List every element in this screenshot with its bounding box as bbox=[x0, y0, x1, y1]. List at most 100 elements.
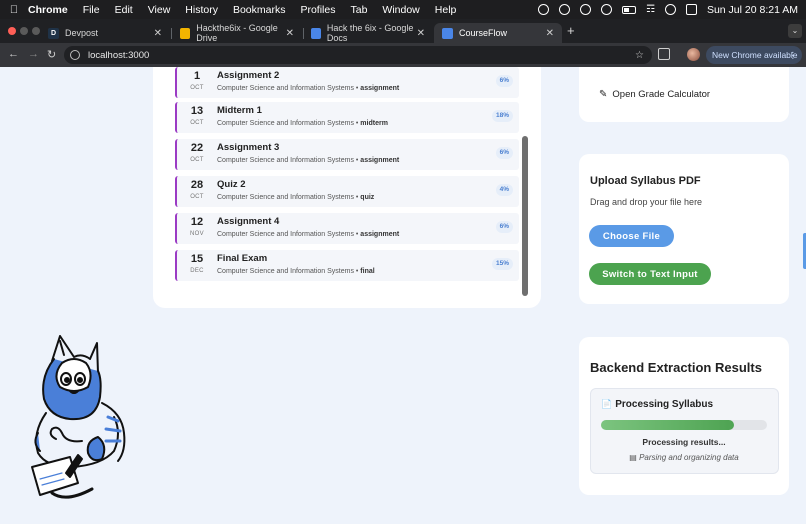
deadline-course: Computer Science and Information Systems… bbox=[217, 194, 375, 201]
kebab-menu-icon[interactable]: ⋮ bbox=[789, 50, 798, 61]
menu-window[interactable]: Window bbox=[382, 4, 419, 16]
copilot-status-icon[interactable] bbox=[558, 4, 570, 15]
back-arrow-icon[interactable]: ← bbox=[8, 48, 19, 60]
choose-file-button[interactable]: Choose File bbox=[589, 225, 674, 247]
close-tab-icon[interactable]: ✕ bbox=[417, 28, 425, 39]
deadline-course: Computer Science and Information Systems… bbox=[217, 231, 400, 238]
google-drive-icon bbox=[180, 27, 191, 39]
settings-status-icon[interactable] bbox=[579, 4, 591, 15]
search-status-icon[interactable] bbox=[664, 4, 676, 15]
tab-title: Hack the 6ix - Google Docs bbox=[326, 23, 414, 43]
close-tab-icon[interactable]: ✕ bbox=[286, 28, 294, 39]
tab-courseflow[interactable]: CourseFlow ✕ bbox=[434, 23, 562, 43]
battery-icon[interactable] bbox=[621, 5, 636, 14]
control-center-icon[interactable] bbox=[685, 4, 697, 15]
wifi-icon[interactable]: ☶ bbox=[646, 4, 655, 15]
extensions-puzzle-icon[interactable] bbox=[658, 48, 670, 60]
new-chrome-available-button[interactable]: New Chrome available ⋮ bbox=[706, 46, 802, 64]
menu-view[interactable]: View bbox=[148, 4, 171, 16]
processing-title: 📄 Processing Syllabus bbox=[601, 399, 713, 410]
weight-badge: 6% bbox=[495, 147, 513, 159]
deadline-month: OCT bbox=[190, 120, 204, 126]
site-info-icon[interactable] bbox=[70, 50, 80, 60]
tab-title: Devpost bbox=[65, 28, 99, 38]
switch-to-text-input-button[interactable]: Switch to Text Input bbox=[589, 263, 711, 285]
tab-search-chevron-icon[interactable]: ⌄ bbox=[788, 24, 802, 38]
deadline-title: Midterm 1 bbox=[217, 105, 262, 116]
chatgpt-status-icon[interactable] bbox=[537, 4, 549, 15]
deadline-course: Computer Science and Information Systems… bbox=[217, 85, 400, 92]
document-icon: 📄 bbox=[601, 399, 613, 409]
weight-badge: 6% bbox=[495, 221, 513, 233]
cat-mascot-drawing bbox=[31, 335, 126, 499]
deadline-course: Computer Science and Information Systems… bbox=[217, 157, 400, 164]
deadline-title: Assignment 4 bbox=[217, 216, 280, 227]
pencil-icon: ✎ bbox=[599, 89, 608, 100]
profile-avatar[interactable] bbox=[687, 48, 700, 61]
bookmark-star-icon[interactable]: ☆ bbox=[635, 50, 644, 61]
browser-toolbar: ← → ↻ localhost:3000 ☆ New Chrome availa… bbox=[0, 43, 806, 67]
tab-title: CourseFlow bbox=[459, 28, 508, 38]
menu-history[interactable]: History bbox=[185, 4, 218, 16]
address-bar[interactable]: localhost:3000 ☆ bbox=[64, 46, 652, 64]
cat-mascot-illustration bbox=[31, 335, 126, 499]
close-tab-icon[interactable]: ✕ bbox=[154, 28, 162, 39]
tab-devpost[interactable]: D Devpost ✕ bbox=[40, 23, 170, 43]
apple-menu-icon[interactable]:  bbox=[0, 4, 28, 16]
deadline-item[interactable]: 1 OCT Assignment 2 Computer Science and … bbox=[175, 67, 519, 98]
close-tab-icon[interactable]: ✕ bbox=[546, 28, 554, 39]
deadline-item[interactable]: 22 OCT Assignment 3 Computer Science and… bbox=[175, 139, 519, 170]
tab-google-docs[interactable]: Hack the 6ix - Google Docs ✕ bbox=[303, 23, 433, 43]
grade-calculator-label: Open Grade Calculator bbox=[612, 89, 711, 100]
forward-arrow-icon[interactable]: → bbox=[28, 48, 39, 60]
progress-fill bbox=[601, 420, 734, 430]
weight-badge: 15% bbox=[491, 258, 513, 270]
record-status-icon[interactable] bbox=[600, 4, 612, 15]
menu-tab[interactable]: Tab bbox=[350, 4, 367, 16]
deadline-title: Assignment 3 bbox=[217, 142, 280, 153]
tab-title: Hackthe6ix - Google Drive bbox=[196, 23, 278, 43]
upload-title: Upload Syllabus PDF bbox=[590, 175, 701, 187]
tab-google-drive[interactable]: Hackthe6ix - Google Drive ✕ bbox=[172, 23, 302, 43]
processing-detail: ▤ Parsing and organizing data bbox=[629, 453, 739, 462]
update-label: New Chrome available bbox=[712, 50, 798, 60]
browser-tab-strip: D Devpost ✕ Hackthe6ix - Google Drive ✕ … bbox=[0, 19, 806, 43]
deadline-title: Quiz 2 bbox=[217, 179, 246, 190]
deadline-day: 12 bbox=[190, 216, 204, 228]
weight-badge: 4% bbox=[495, 184, 513, 196]
menu-app-name[interactable]: Chrome bbox=[28, 4, 68, 16]
deadline-title: Final Exam bbox=[217, 253, 268, 264]
results-title: Backend Extraction Results bbox=[590, 360, 762, 375]
weight-badge: 6% bbox=[495, 75, 513, 87]
deadline-month: OCT bbox=[190, 157, 204, 163]
macos-menu-bar:  Chrome File Edit View History Bookmark… bbox=[0, 0, 806, 19]
menu-clock[interactable]: Sun Jul 20 8:21 AM bbox=[707, 4, 798, 16]
new-tab-button[interactable]: + bbox=[567, 23, 575, 38]
maximize-window-button[interactable] bbox=[32, 27, 40, 35]
devpost-icon: D bbox=[48, 27, 59, 39]
open-grade-calculator-button[interactable]: ✎ Open Grade Calculator bbox=[599, 89, 710, 100]
deadline-item[interactable]: 12 NOV Assignment 4 Computer Science and… bbox=[175, 213, 519, 244]
status-area: ☶ Sun Jul 20 8:21 AM bbox=[537, 0, 798, 19]
deadline-month: NOV bbox=[190, 231, 204, 237]
drop-zone-hint[interactable]: Drag and drop your file here bbox=[590, 197, 702, 207]
deadline-list-scrollbar[interactable] bbox=[522, 136, 528, 296]
menu-profiles[interactable]: Profiles bbox=[300, 4, 335, 16]
deadline-course: Computer Science and Information Systems… bbox=[217, 120, 388, 127]
deadline-day: 22 bbox=[190, 142, 204, 154]
url-text[interactable]: localhost:3000 bbox=[88, 50, 149, 61]
menu-file[interactable]: File bbox=[83, 4, 100, 16]
menu-help[interactable]: Help bbox=[435, 4, 457, 16]
deadline-item[interactable]: 28 OCT Quiz 2 Computer Science and Infor… bbox=[175, 176, 519, 207]
menu-bookmarks[interactable]: Bookmarks bbox=[233, 4, 286, 16]
menu-edit[interactable]: Edit bbox=[115, 4, 133, 16]
deadline-course: Computer Science and Information Systems… bbox=[217, 268, 375, 275]
deadline-month: OCT bbox=[190, 194, 204, 200]
close-window-button[interactable] bbox=[8, 27, 16, 35]
processing-progress-bar bbox=[601, 420, 767, 430]
minimize-window-button[interactable] bbox=[20, 27, 28, 35]
deadline-month: DEC bbox=[190, 268, 204, 274]
deadline-item[interactable]: 13 OCT Midterm 1 Computer Science and In… bbox=[175, 102, 519, 133]
deadline-item[interactable]: 15 DEC Final Exam Computer Science and I… bbox=[175, 250, 519, 281]
reload-icon[interactable]: ↻ bbox=[47, 48, 56, 61]
